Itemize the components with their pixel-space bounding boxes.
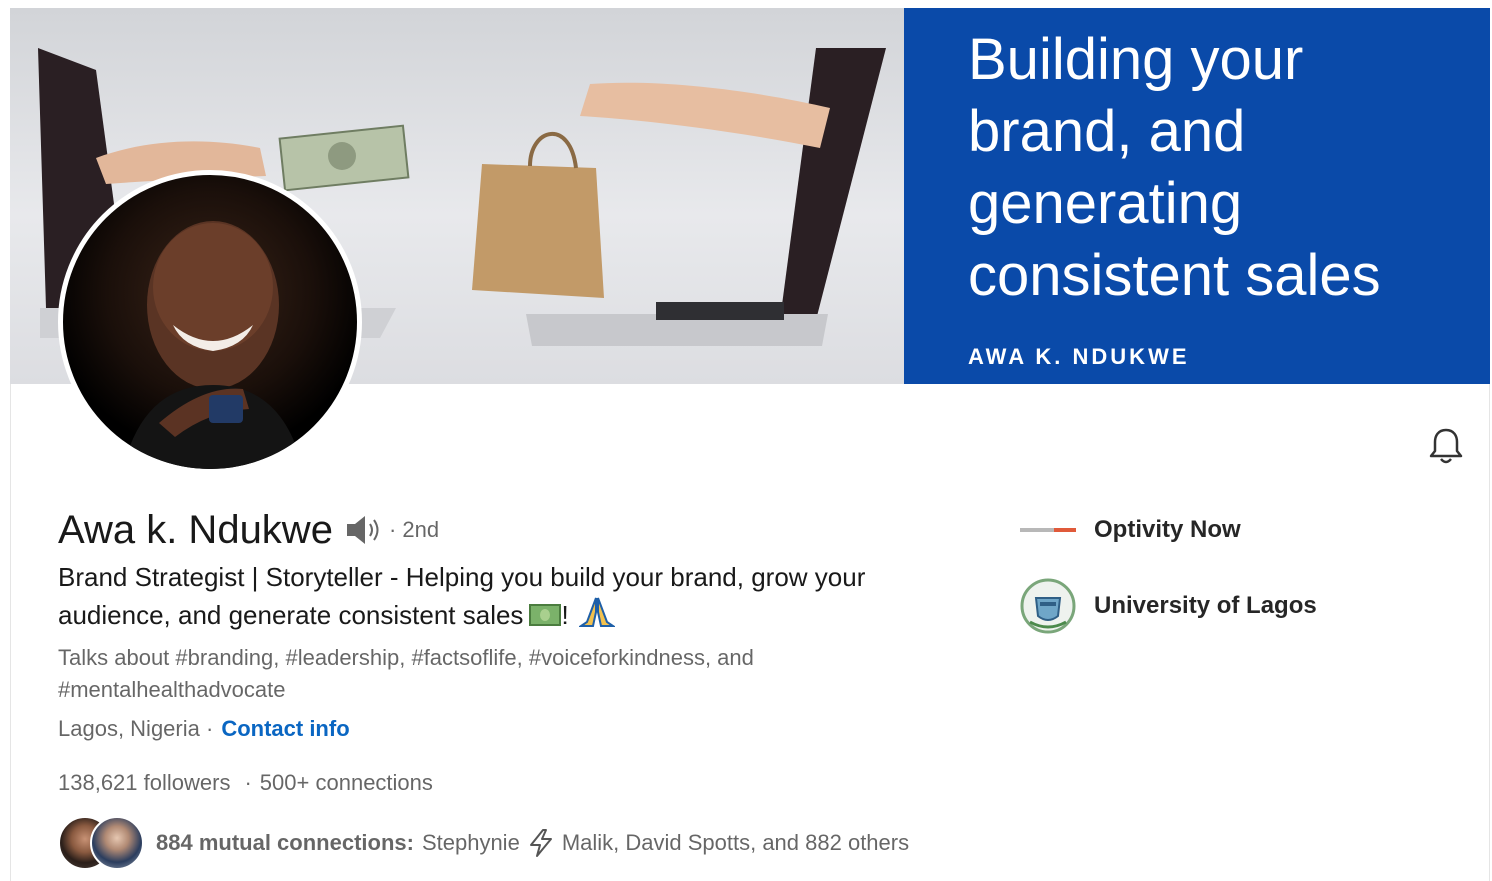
bell-icon[interactable] — [1424, 424, 1468, 468]
profile-name: Awa k. Ndukwe — [58, 507, 333, 552]
org-optivity-now[interactable]: Optivity Now — [1018, 500, 1241, 560]
followers-count: 138,621 — [58, 770, 138, 795]
banner-subtitle: AWA K. NDUKWE — [968, 344, 1190, 369]
mutual-connections[interactable]: 884 mutual connections: Stephynie Malik,… — [58, 816, 909, 870]
talks-about: Talks about #branding, #leadership, #fac… — [58, 645, 754, 702]
banner-text-panel: Building your brand, and generating cons… — [904, 8, 1490, 384]
followers-label: followers — [143, 770, 231, 795]
contact-info-link[interactable]: Contact info — [221, 716, 349, 742]
praying-hands-icon — [577, 596, 616, 630]
avatar — [90, 816, 144, 870]
org-name: University of Lagos — [1094, 592, 1317, 619]
name-row: Awa k. Ndukwe · 2nd — [58, 504, 439, 556]
location: Lagos, Nigeria · — [58, 716, 214, 741]
optivity-logo-icon — [1018, 500, 1078, 560]
org-name: Optivity Now — [1094, 516, 1241, 543]
headline-text: Brand Strategist | Storyteller - Helping… — [58, 562, 866, 630]
mutual-names-rest: Malik, David Spotts, and 882 others — [561, 830, 910, 855]
mutual-count: 884 mutual connections: — [156, 830, 414, 855]
connections-count[interactable]: 500+ — [260, 770, 310, 796]
stats-row: 138,621 followers · 500+ connections — [58, 770, 433, 796]
lightning-icon — [526, 828, 556, 858]
connections-label[interactable]: connections — [315, 770, 432, 796]
banner-headline: Building your brand, and generating cons… — [968, 27, 1381, 308]
money-emoji-icon — [529, 604, 562, 626]
stats-separator: · — [244, 770, 252, 795]
org-university-of-lagos[interactable]: University of Lagos — [1018, 576, 1317, 636]
profile-avatar[interactable] — [58, 170, 362, 474]
connection-degree: · 2nd — [388, 517, 440, 542]
mutual-name-1: Stephynie — [421, 830, 520, 855]
mutual-avatars — [58, 816, 144, 870]
speaker-icon[interactable] — [343, 512, 383, 548]
unilag-crest-icon — [1018, 576, 1078, 636]
location-row: Lagos, Nigeria · Contact info — [58, 716, 350, 742]
headline-suffix: ! — [561, 600, 569, 630]
profile-headline: Brand Strategist | Storyteller - Helping… — [58, 558, 958, 634]
